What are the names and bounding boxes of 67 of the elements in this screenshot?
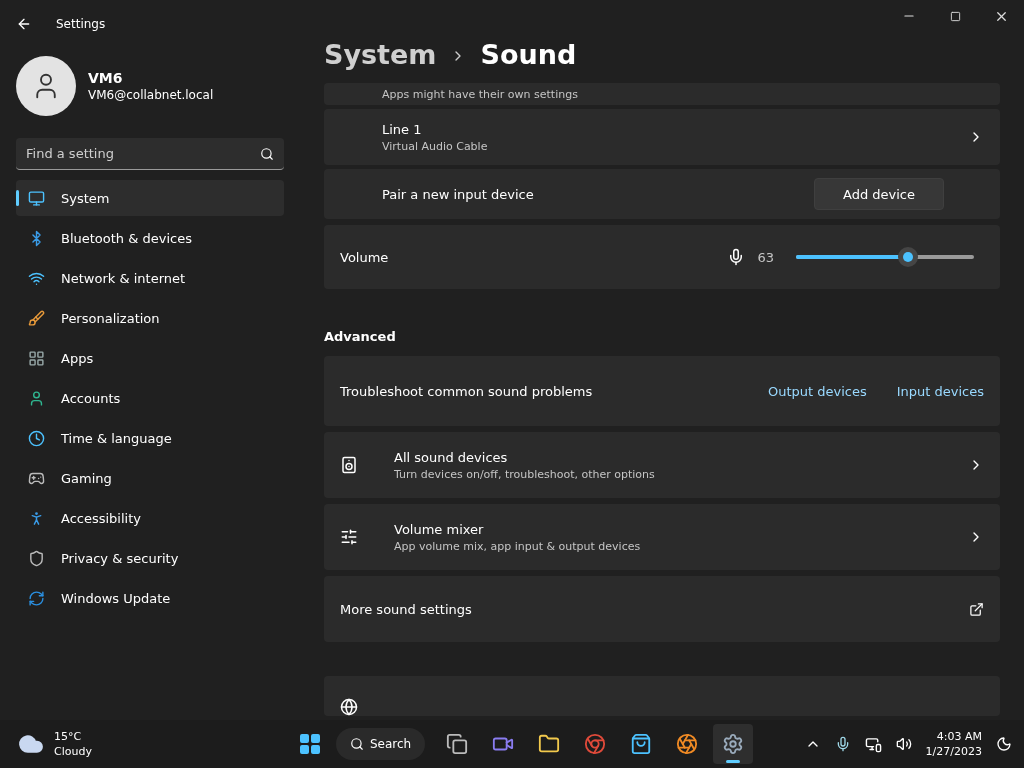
card-title: Troubleshoot common sound problems (340, 383, 594, 399)
card-subtitle: Turn devices on/off, troubleshoot, other options (394, 467, 656, 481)
shield-icon (28, 549, 45, 567)
brush-icon (28, 309, 45, 327)
breadcrumb-item[interactable]: System (324, 36, 437, 75)
card-subtitle: App volume mix, app input & output devices (394, 539, 642, 553)
settings-card[interactable]: Volume mixer App volume mix, app input & output devices (324, 504, 1000, 570)
moon-icon[interactable] (996, 736, 1012, 752)
clock[interactable]: 4:03 AM 1/27/2023 (925, 730, 982, 758)
device-description: Virtual Audio Cable (382, 139, 489, 153)
store-icon (630, 733, 653, 755)
folder-icon (538, 733, 561, 755)
sliders-icon (340, 528, 358, 546)
add-device-button[interactable]: Add device (814, 178, 944, 210)
speaker-icon (340, 456, 358, 474)
external-link-icon (969, 601, 984, 617)
maximize-icon (949, 10, 961, 22)
globe-icon (340, 698, 358, 716)
browser-icon (584, 733, 607, 755)
settings-card[interactable]: All sound devices Turn devices on/off, troubleshoot, other options (324, 432, 1000, 498)
nav-item[interactable]: Time & language (16, 420, 284, 456)
search-icon (350, 737, 364, 751)
speaker-icon[interactable] (895, 736, 912, 752)
nav-item[interactable]: Gaming (16, 460, 284, 496)
nav-item[interactable]: Personalization (16, 300, 284, 336)
task-view-icon (446, 733, 469, 755)
row-subtitle: Apps might have their own settings (382, 87, 578, 101)
user-email: VM6@collabnet.local (88, 88, 214, 102)
network-icon[interactable] (864, 735, 882, 753)
person-icon (28, 389, 45, 407)
nav-item[interactable]: Bluetooth & devices (16, 220, 284, 256)
link[interactable]: Output devices (767, 383, 867, 399)
nav-item[interactable]: System (16, 180, 284, 216)
settings-icon (722, 733, 745, 755)
windows-logo-icon (298, 732, 322, 756)
card-title: All sound devices (394, 449, 509, 465)
volume-label: Volume (340, 249, 390, 265)
nav-item[interactable]: Apps (16, 340, 284, 376)
row-label: Pair a new input device (382, 186, 535, 202)
apps-grid-icon (28, 349, 45, 367)
search-field[interactable]: Find a setting (16, 138, 284, 170)
monitor-icon (28, 189, 45, 207)
settings-card[interactable]: More sound settings (324, 576, 1000, 642)
clock-icon (28, 429, 45, 447)
volume-reading: 63 (757, 249, 774, 265)
link[interactable]: Input devices (896, 383, 984, 399)
device-name: Line 1 (382, 121, 423, 137)
temperature: 15°C (54, 730, 82, 743)
nav-item[interactable]: Privacy & security (16, 540, 284, 576)
breadcrumb-item: Sound (480, 37, 577, 72)
slider-thumb[interactable] (898, 247, 919, 267)
nav-item[interactable]: Network & internet (16, 260, 284, 296)
refresh-icon (28, 589, 45, 607)
avatar (16, 56, 76, 116)
weather-condition: Cloudy (54, 745, 92, 758)
device-row[interactable]: Line 1 Virtual Audio Cable (324, 109, 1000, 165)
nav-item[interactable]: Accounts (16, 380, 284, 416)
nav-item[interactable]: Windows Update (16, 580, 284, 616)
user-name: VM6 (88, 70, 124, 86)
window-title: Settings (56, 17, 106, 31)
card-title: More sound settings (340, 601, 473, 617)
taskbar-app[interactable] (713, 724, 754, 764)
section-heading: Advanced (324, 329, 397, 344)
card-title: Volume mixer (394, 521, 485, 537)
nav-item[interactable]: Accessibility (16, 500, 284, 536)
search-icon (260, 147, 274, 161)
taskbar-search-button[interactable]: Search (336, 728, 426, 760)
